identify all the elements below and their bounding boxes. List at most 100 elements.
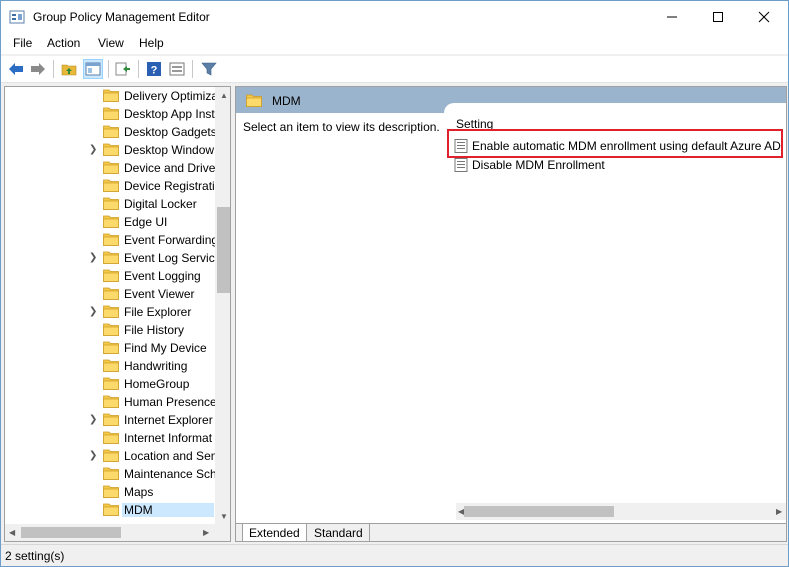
tree-item[interactable]: Desktop App Inst xyxy=(5,105,215,123)
tree-vscroll-thumb[interactable] xyxy=(217,207,230,293)
tree-item-label: Desktop Gadgets xyxy=(124,125,216,139)
tree-vertical-scrollbar[interactable]: ▲ ▼ xyxy=(215,87,230,524)
tab-standard[interactable]: Standard xyxy=(308,524,370,541)
tree-item[interactable]: MDM xyxy=(5,501,215,519)
help-button[interactable]: ? xyxy=(144,59,164,79)
tree-item[interactable]: ❯ File Explorer xyxy=(5,303,215,321)
tree-item[interactable]: Event Logging xyxy=(5,267,215,285)
tree-item[interactable]: Delivery Optimiza xyxy=(5,87,216,105)
tree-item[interactable]: ❯ Internet Explorer xyxy=(5,411,215,429)
expand-chevron-icon[interactable]: ❯ xyxy=(89,144,99,156)
toolbar-separator xyxy=(53,60,54,78)
maximize-button[interactable] xyxy=(695,1,741,32)
folder-icon xyxy=(103,413,119,426)
tree-item-label: Device Registratio xyxy=(124,179,216,193)
folder-icon xyxy=(103,287,119,300)
folder-icon xyxy=(103,125,119,138)
details-header-title: MDM xyxy=(272,94,301,108)
scroll-corner xyxy=(215,524,230,541)
expand-chevron-icon[interactable]: ❯ xyxy=(89,306,99,318)
folder-icon xyxy=(103,323,119,336)
tree-item[interactable]: Event Forwarding xyxy=(5,231,216,249)
tree-hscroll-thumb[interactable] xyxy=(21,527,121,538)
folder-icon xyxy=(103,251,119,264)
minimize-button[interactable] xyxy=(649,1,695,32)
scroll-left-arrow-icon[interactable]: ◀ xyxy=(9,528,15,537)
scroll-right-arrow-icon[interactable]: ▶ xyxy=(203,528,209,537)
highlight-annotation xyxy=(447,129,783,158)
forward-button[interactable] xyxy=(28,59,48,79)
up-folder-button[interactable] xyxy=(59,59,79,79)
folder-icon xyxy=(103,269,119,282)
tree-item-label: Location and Sen xyxy=(124,449,216,463)
folder-icon xyxy=(103,89,119,102)
tree-item-label: Human Presence xyxy=(124,395,216,409)
folder-icon xyxy=(103,305,119,318)
tree-item[interactable]: Digital Locker xyxy=(5,195,215,213)
scroll-up-arrow-icon[interactable]: ▲ xyxy=(220,91,228,100)
folder-icon xyxy=(103,107,119,120)
tree-item[interactable]: Device and Drive xyxy=(5,159,215,177)
tree-item[interactable]: Desktop Gadgets xyxy=(5,123,216,141)
scroll-right-arrow-icon[interactable]: ▶ xyxy=(776,507,782,516)
tree-item[interactable]: Human Presence xyxy=(5,393,216,411)
tree-item[interactable]: ❯ Event Log Service xyxy=(5,249,216,267)
folder-icon xyxy=(103,161,119,174)
menu-view[interactable]: View xyxy=(98,36,124,50)
export-icon xyxy=(115,62,130,76)
tree-item[interactable]: ❯ Desktop Window xyxy=(5,141,215,159)
menu-action[interactable]: Action xyxy=(47,36,80,50)
tree-item[interactable]: Maintenance Sch xyxy=(5,465,216,483)
folder-icon xyxy=(103,143,119,156)
close-button[interactable] xyxy=(741,1,787,32)
status-bar: 2 setting(s) xyxy=(1,544,788,566)
tree-item[interactable]: HomeGroup xyxy=(5,375,215,393)
folder-icon xyxy=(103,449,119,462)
minimize-icon xyxy=(667,16,677,17)
tree-item[interactable]: Find My Device xyxy=(5,339,215,357)
tree-item-label: File Explorer xyxy=(124,305,192,319)
title-bar: Group Policy Management Editor xyxy=(1,1,788,32)
details-pane: MDM Select an item to view its descripti… xyxy=(235,86,787,542)
menu-file[interactable]: File xyxy=(13,36,32,50)
folder-icon xyxy=(103,197,119,210)
setting-row[interactable]: Disable MDM Enrollment xyxy=(454,156,786,174)
toolbar-separator xyxy=(108,60,109,78)
console-tree[interactable]: Delivery Optimiza Desktop App Inst Desktop… xyxy=(4,86,231,542)
expand-chevron-icon[interactable]: ❯ xyxy=(89,450,99,462)
tree-item[interactable]: Maps xyxy=(5,483,215,501)
folder-icon xyxy=(103,233,119,246)
scroll-down-arrow-icon[interactable]: ▼ xyxy=(220,512,228,521)
settings-horizontal-scrollbar[interactable]: ◀ ▶ xyxy=(456,503,786,520)
tree-item-label: Find My Device xyxy=(124,341,207,355)
tree-item-label: Maps xyxy=(124,485,154,499)
tree-item[interactable]: File History xyxy=(5,321,215,339)
back-button[interactable] xyxy=(6,59,26,79)
tree-item[interactable]: Device Registratio xyxy=(5,177,216,195)
expand-chevron-icon[interactable]: ❯ xyxy=(89,414,99,426)
filter-icon xyxy=(201,62,217,76)
tree-item[interactable]: Edge UI xyxy=(5,213,215,231)
tab-extended[interactable]: Extended xyxy=(242,524,307,541)
settings-list[interactable]: Setting Enable automatic MDM enrollment … xyxy=(444,103,786,511)
app-window: Group Policy Management Editor File Acti… xyxy=(0,0,789,567)
tree-item[interactable]: ❯ Location and Sen xyxy=(5,447,216,465)
settings-hscroll-thumb[interactable] xyxy=(464,506,614,517)
tree-item-label: Internet Informat xyxy=(124,431,213,445)
folder-icon xyxy=(103,431,119,444)
tree-item[interactable]: Internet Informat xyxy=(5,429,215,447)
tree-item[interactable]: Event Viewer xyxy=(5,285,215,303)
menu-help[interactable]: Help xyxy=(139,36,164,50)
properties-button[interactable] xyxy=(167,59,187,79)
expand-chevron-icon[interactable]: ❯ xyxy=(89,252,99,264)
tree-item-label: Handwriting xyxy=(124,359,188,373)
setting-label: Disable MDM Enrollment xyxy=(472,158,605,172)
help-icon: ? xyxy=(147,62,161,77)
tree-item[interactable]: Handwriting xyxy=(5,357,215,375)
description-area: Select an item to view its description. xyxy=(236,113,444,511)
export-list-button[interactable] xyxy=(113,59,133,79)
show-hide-tree-button[interactable] xyxy=(83,59,103,79)
tree-item-label: File History xyxy=(124,323,185,337)
tree-horizontal-scrollbar[interactable]: ◀ ▶ xyxy=(5,524,215,541)
filter-button[interactable] xyxy=(199,59,219,79)
